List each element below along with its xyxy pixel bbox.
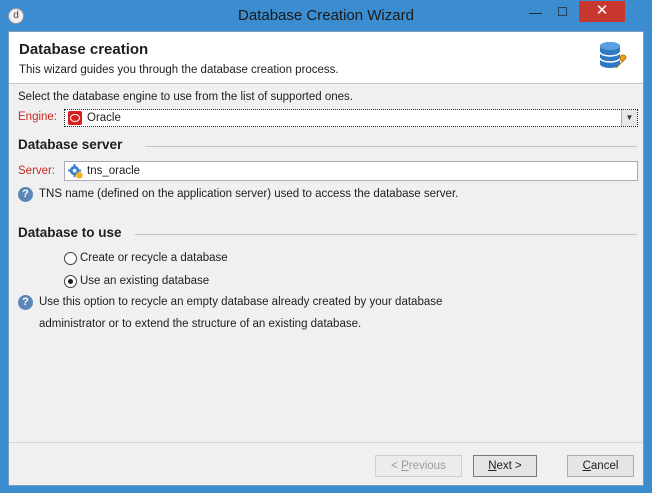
radio-use-existing-label[interactable]: Use an existing database [80,275,209,287]
section-divider [145,146,637,147]
server-value: tns_oracle [87,165,141,177]
radio-create-or-recycle[interactable] [64,252,77,265]
server-input[interactable]: tns_oracle [64,161,638,181]
previous-button[interactable]: < Previous [375,455,462,477]
previous-mnemonic: P [401,460,409,472]
minimize-button[interactable]: — [522,1,549,22]
cancel-rest: ancel [590,460,619,472]
oracle-icon [68,111,82,125]
help-icon: ? [18,295,33,310]
page-subtitle: This wizard guides you through the datab… [19,64,339,76]
page-title: Database creation [19,41,149,58]
next-button[interactable]: Next > [473,455,537,477]
radio-create-or-recycle-label[interactable]: Create or recycle a database [80,252,228,264]
server-gear-icon [68,164,83,179]
engine-label: Engine: [18,111,58,123]
previous-prefix: < [391,460,402,472]
engine-intro-text: Select the database engine to use from t… [18,91,353,103]
wizard-body: Database creation This wizard guides you… [8,31,644,486]
existing-db-help-line2: administrator or to extend the structure… [39,318,362,330]
cancel-button[interactable]: Cancel [567,455,634,477]
server-label: Server: [18,165,56,177]
existing-db-help-line1: Use this option to recycle an empty data… [39,296,443,308]
chevron-down-icon[interactable]: ▼ [621,110,637,126]
next-mnemonic: N [488,460,497,472]
engine-select[interactable]: Oracle ▼ [64,109,638,127]
wizard-header: Database creation This wizard guides you… [9,32,643,84]
close-button[interactable]: ✕ [579,1,625,22]
server-help-text: TNS name (defined on the application ser… [39,188,459,200]
footer-divider [9,442,643,443]
title-bar[interactable]: d Database Creation Wizard — ☐ ✕ [1,1,651,31]
maximize-button[interactable]: ☐ [549,1,576,22]
engine-selected-value: Oracle [87,112,121,124]
help-icon: ? [18,187,33,202]
database-wrench-icon [599,42,627,69]
cancel-mnemonic: C [582,460,591,472]
previous-rest: revious [408,460,446,472]
database-to-use-heading: Database to use [18,225,122,240]
section-divider [135,234,637,235]
next-rest: ext > [496,460,522,472]
database-server-heading: Database server [18,137,123,152]
wizard-window: d Database Creation Wizard — ☐ ✕ Databas… [0,0,652,493]
radio-use-existing[interactable] [64,275,77,288]
